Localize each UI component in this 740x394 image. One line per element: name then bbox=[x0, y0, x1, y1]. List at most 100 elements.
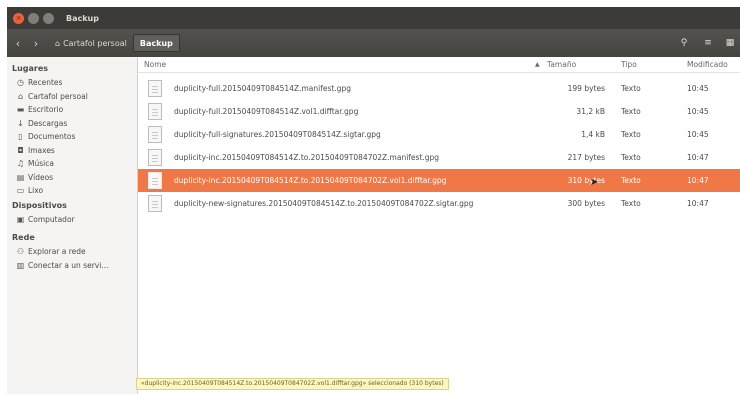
sidebar-item-videos[interactable]: ▤ Vídeos bbox=[7, 171, 137, 185]
sidebar-item-label: Cartafol persoal bbox=[28, 91, 88, 101]
file-type: Texto bbox=[621, 130, 641, 139]
file-row[interactable]: duplicity-full.20150409T084514Z.manifest… bbox=[138, 77, 740, 100]
column-size-header[interactable]: Tamaño bbox=[547, 60, 576, 69]
sidebar-item-label: Música bbox=[28, 159, 54, 169]
file-list: Nome ▲ Tamaño Tipo Modificado duplicity-… bbox=[138, 57, 740, 394]
file-modified: 10:47 bbox=[687, 199, 709, 208]
file-type: Texto bbox=[621, 153, 641, 162]
sidebar-item-home[interactable]: ⌂ Cartafol persoal bbox=[7, 90, 137, 104]
clock-icon: ◷ bbox=[17, 78, 24, 88]
home-icon: ⌂ bbox=[55, 38, 61, 48]
sidebar-item-connect-server[interactable]: ▥ Conectar a un servi... bbox=[7, 259, 137, 273]
sidebar-item-label: Lixo bbox=[28, 186, 44, 196]
sidebar-item-trash[interactable]: ▭ Lixo bbox=[7, 184, 137, 198]
sort-ascending-icon: ▲ bbox=[535, 61, 540, 68]
sidebar-item-browse-network[interactable]: ⚇ Explorar a rede bbox=[7, 245, 137, 259]
sidebar-item-label: Computador bbox=[28, 214, 75, 224]
file-name: duplicity-full-signatures.20150409T08451… bbox=[174, 130, 381, 139]
breadcrumb-home-label: Cartafol persoal bbox=[63, 38, 127, 48]
view-options-button[interactable]: ≡ bbox=[697, 34, 719, 52]
sidebar-item-label: Conectar a un servi... bbox=[28, 260, 109, 270]
maximize-window-button[interactable] bbox=[43, 12, 54, 24]
file-name: duplicity-inc.20150409T084514Z.to.201504… bbox=[174, 176, 447, 185]
server-icon: ▥ bbox=[16, 260, 25, 270]
file-modified: 10:47 bbox=[687, 153, 709, 162]
list-menu-icon: ≡ bbox=[704, 38, 712, 48]
breadcrumb-home[interactable]: ⌂ Cartafol persoal bbox=[49, 34, 133, 52]
text-file-icon bbox=[148, 103, 162, 120]
sidebar-item-label: Descargas bbox=[28, 118, 68, 128]
column-name-header[interactable]: Nome bbox=[144, 60, 166, 69]
close-icon: × bbox=[15, 13, 22, 22]
back-button[interactable]: ‹ bbox=[11, 34, 25, 52]
sidebar-item-desktop[interactable]: ▬ Escritorio bbox=[7, 103, 137, 117]
download-icon: ↓ bbox=[17, 118, 24, 128]
sidebar-item-pictures[interactable]: ◘ Imaxes bbox=[7, 144, 137, 158]
film-icon: ▤ bbox=[16, 172, 25, 182]
file-name: duplicity-full.20150409T084514Z.manifest… bbox=[174, 84, 351, 93]
file-size: 199 bytes bbox=[567, 84, 605, 93]
file-size: 217 bytes bbox=[567, 153, 605, 162]
sidebar-item-label: Imaxes bbox=[28, 145, 55, 155]
file-row[interactable]: duplicity-inc.20150409T084514Z.to.201504… bbox=[138, 146, 740, 169]
sidebar-item-recent[interactable]: ◷ Recentes bbox=[7, 76, 137, 90]
file-type: Texto bbox=[621, 107, 641, 116]
file-type: Texto bbox=[621, 84, 641, 93]
trash-icon: ▭ bbox=[16, 186, 25, 196]
computer-icon: ▣ bbox=[16, 214, 25, 224]
file-name: duplicity-new-signatures.20150409T084514… bbox=[174, 199, 474, 208]
window-title: Backup bbox=[66, 13, 99, 23]
column-modified-header[interactable]: Modificado bbox=[687, 60, 728, 69]
file-row[interactable]: duplicity-full.20150409T084514Z.vol1.dif… bbox=[138, 100, 740, 123]
file-name: duplicity-inc.20150409T084514Z.to.201504… bbox=[174, 153, 440, 162]
mouse-pointer-icon: ➤ bbox=[590, 177, 599, 188]
search-button[interactable]: ⚲ bbox=[673, 34, 695, 52]
forward-arrow-icon: › bbox=[33, 36, 39, 50]
text-file-icon bbox=[148, 149, 162, 166]
file-modified: 10:45 bbox=[687, 107, 709, 116]
home-icon: ⌂ bbox=[17, 91, 24, 101]
file-modified: 10:47 bbox=[687, 176, 709, 185]
document-icon: ▯ bbox=[18, 132, 23, 142]
sidebar-item-label: Escritorio bbox=[28, 105, 64, 115]
app-menu-button[interactable]: ▦ bbox=[719, 34, 740, 52]
forward-button[interactable]: › bbox=[29, 34, 43, 52]
sidebar-heading-places: Lugares bbox=[12, 64, 49, 73]
column-type-header[interactable]: Tipo bbox=[621, 60, 637, 69]
sidebar-item-downloads[interactable]: ↓ Descargas bbox=[7, 117, 137, 131]
camera-icon: ◘ bbox=[17, 145, 24, 155]
toolbar: ‹ › ⌂ Cartafol persoal Backup ⚲ ≡ ▦ bbox=[7, 29, 740, 57]
sidebar-item-music[interactable]: ♫ Música bbox=[7, 157, 137, 171]
text-file-icon bbox=[148, 172, 162, 189]
grid-icon: ▦ bbox=[725, 38, 735, 48]
minimize-window-button[interactable] bbox=[28, 12, 39, 24]
file-row[interactable]: duplicity-new-signatures.20150409T084514… bbox=[138, 192, 740, 215]
breadcrumb-backup-label: Backup bbox=[139, 38, 173, 48]
back-arrow-icon: ‹ bbox=[15, 36, 21, 50]
file-type: Texto bbox=[621, 199, 641, 208]
file-size: 300 bytes bbox=[567, 199, 605, 208]
file-size: 31,2 kB bbox=[576, 107, 605, 116]
file-manager-window: × Backup ‹ › ⌂ Cartafol persoal Backup ⚲… bbox=[7, 7, 740, 394]
title-bar: × Backup bbox=[7, 7, 740, 29]
sidebar-item-label: Recentes bbox=[28, 78, 63, 88]
file-name: duplicity-full.20150409T084514Z.vol1.dif… bbox=[174, 107, 359, 116]
sidebar: Lugares ◷ Recentes ⌂ Cartafol persoal ▬ Esc… bbox=[7, 57, 138, 394]
selection-status-bar: «duplicity-inc.20150409T084514Z.to.20150… bbox=[136, 378, 449, 390]
text-file-icon bbox=[148, 126, 162, 143]
file-row-selected[interactable]: duplicity-inc.20150409T084514Z.to.201504… bbox=[138, 169, 740, 192]
desktop-icon: ▬ bbox=[16, 105, 25, 115]
sidebar-item-label: Documentos bbox=[28, 132, 76, 142]
file-size: 1,4 kB bbox=[581, 130, 605, 139]
breadcrumb-backup[interactable]: Backup bbox=[132, 34, 180, 52]
sidebar-item-computer[interactable]: ▣ Computador bbox=[7, 213, 137, 227]
sidebar-item-label: Vídeos bbox=[28, 172, 54, 182]
text-file-icon bbox=[148, 80, 162, 97]
file-modified: 10:45 bbox=[687, 130, 709, 139]
sidebar-item-documents[interactable]: ▯ Documentos bbox=[7, 130, 137, 144]
close-window-button[interactable]: × bbox=[13, 12, 24, 24]
network-icon: ⚇ bbox=[16, 247, 25, 257]
sidebar-item-label: Explorar a rede bbox=[28, 247, 86, 257]
file-row[interactable]: duplicity-full-signatures.20150409T08451… bbox=[138, 123, 740, 146]
music-icon: ♫ bbox=[16, 159, 25, 169]
